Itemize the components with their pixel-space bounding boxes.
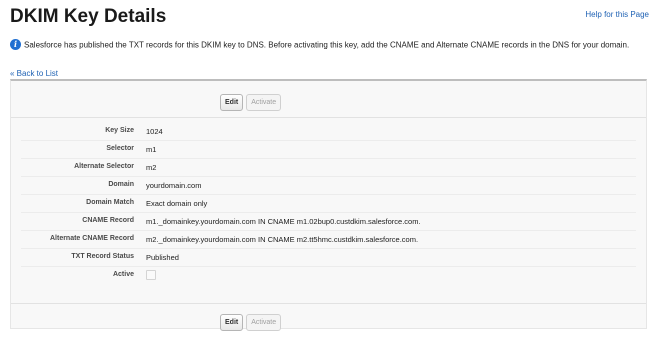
- activate-button[interactable]: Activate: [246, 94, 282, 111]
- activate-button[interactable]: Activate: [246, 314, 282, 331]
- field-row-domain-match: Domain Match Exact domain only: [11, 195, 646, 213]
- txt-record-status-label: TXT Record Status: [71, 253, 134, 260]
- txt-record-status-value: Published: [146, 253, 179, 262]
- alternate-selector-value: m2: [146, 163, 157, 172]
- field-row-alt-cname-record: Alternate CNAME Record m2._domainkey.you…: [11, 231, 646, 249]
- domain-value: yourdomain.com: [146, 181, 202, 190]
- help-link[interactable]: Help for this Page: [585, 10, 649, 19]
- domain-match-value: Exact domain only: [146, 199, 208, 208]
- selector-label: Selector: [106, 145, 134, 152]
- page-title: DKIM Key Details: [10, 6, 167, 27]
- field-row-active: Active: [11, 267, 646, 285]
- active-label: Active: [112, 271, 134, 278]
- alt-cname-record-value: m2._domainkey.yourdomain.com IN CNAME m2…: [146, 235, 419, 244]
- info-icon: i: [10, 39, 21, 50]
- bottom-button-row: Edit Activate: [11, 309, 646, 335]
- section-divider: [11, 117, 646, 118]
- back-to-list-link[interactable]: « Back to List: [10, 69, 58, 78]
- info-message-text: Salesforce has published the TXT records…: [24, 40, 630, 50]
- active-checkbox: [146, 270, 156, 280]
- selector-value: m1: [146, 145, 157, 154]
- edit-button[interactable]: Edit: [220, 314, 244, 331]
- cname-record-label: CNAME Record: [82, 217, 134, 224]
- top-button-row: Edit Activate: [11, 89, 646, 115]
- alt-cname-record-label: Alternate CNAME Record: [49, 235, 134, 242]
- field-row-domain: Domain yourdomain.com: [11, 177, 646, 195]
- field-row-alternate-selector: Alternate Selector m2: [11, 159, 646, 177]
- edit-button[interactable]: Edit: [220, 94, 244, 111]
- cname-record-value: m1._domainkey.yourdomain.com IN CNAME m1…: [146, 217, 421, 226]
- field-row-key-size: Key Size 1024: [11, 123, 646, 141]
- field-row-selector: Selector m1: [11, 141, 646, 159]
- alternate-selector-label: Alternate Selector: [74, 163, 134, 170]
- domain-label: Domain: [108, 181, 134, 188]
- domain-match-label: Domain Match: [86, 199, 134, 206]
- field-row-cname-record: CNAME Record m1._domainkey.yourdomain.co…: [11, 213, 646, 231]
- key-size-label: Key Size: [105, 127, 134, 134]
- section-divider: [11, 303, 646, 304]
- detail-panel: Edit Activate Key Size 1024 Selector m1 A…: [10, 79, 647, 331]
- key-size-value: 1024: [146, 127, 163, 136]
- info-message: i Salesforce has published the TXT record…: [10, 39, 645, 51]
- field-row-txt-record-status: TXT Record Status Published: [11, 249, 646, 267]
